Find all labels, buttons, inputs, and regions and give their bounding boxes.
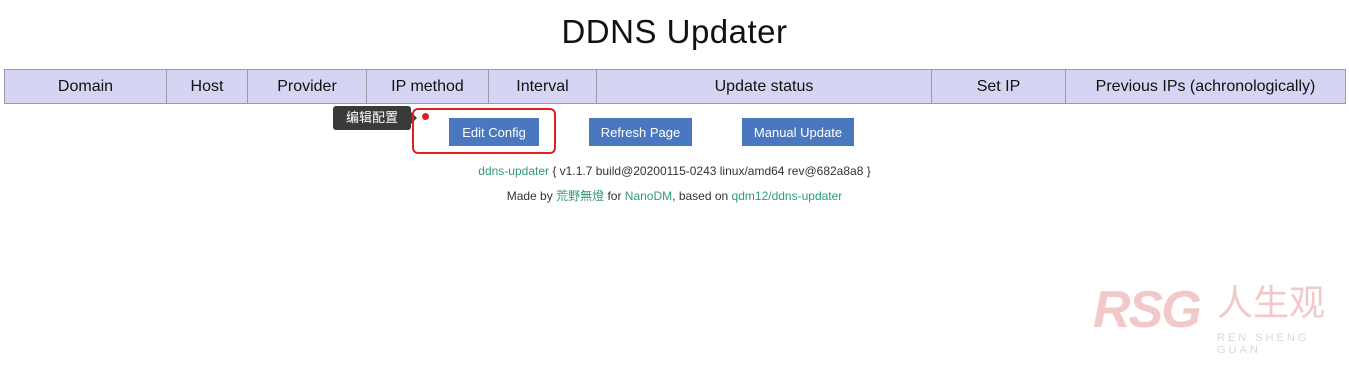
records-table: Domain Host Provider IP method Interval … [4,69,1346,104]
upstream-link[interactable]: qdm12/ddns-updater [732,189,843,203]
column-header-previous-ips[interactable]: Previous IPs (achronologically) [1065,69,1346,104]
column-header-provider[interactable]: Provider [247,69,367,104]
table-header-row: Domain Host Provider IP method Interval … [4,69,1346,104]
watermark-rsg: RSG [1093,281,1202,339]
column-header-host[interactable]: Host [166,69,248,104]
column-header-ip-method[interactable]: IP method [366,69,489,104]
author-link[interactable]: 荒野無燈 [556,189,604,203]
made-by-text: Made by [506,189,553,203]
watermark-english: REN SHENG GUAN [1217,332,1310,356]
watermark-chinese: 人生观 [1217,283,1326,324]
version-text: { v1.1.7 build@20200115-0243 linux/amd64… [552,164,871,178]
version-line: ddns-updater { v1.1.7 build@20200115-024… [0,164,1349,178]
column-header-update-status[interactable]: Update status [596,69,932,104]
based-on-text: , based on [672,189,729,203]
edit-config-tooltip: 编辑配置 [333,106,411,130]
column-header-interval[interactable]: Interval [488,69,597,104]
nanodm-link[interactable]: NanoDM [625,189,672,203]
credits-line: Made by 荒野無燈 for NanoDM, based on qdm12/… [0,187,1349,204]
for-text: for [607,189,622,203]
edit-config-button[interactable]: Edit Config [449,118,539,146]
column-header-domain[interactable]: Domain [4,69,167,104]
manual-update-button[interactable]: Manual Update [742,118,854,146]
refresh-page-button[interactable]: Refresh Page [589,118,692,146]
watermark-logo: RSG 人生观 REN SHENG GUAN [1093,278,1349,358]
page-title: DDNS Updater [561,13,788,50]
column-header-set-ip[interactable]: Set IP [931,69,1066,104]
app-link[interactable]: ddns-updater [478,164,549,178]
